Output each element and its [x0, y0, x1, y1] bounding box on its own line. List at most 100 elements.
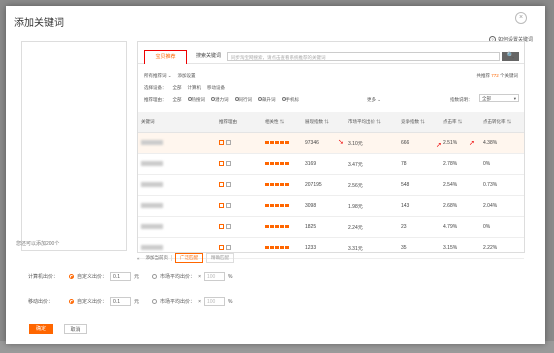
relevance-bar — [265, 204, 289, 208]
reason-hot[interactable]: 热搜词 — [187, 97, 205, 103]
add-settings-link[interactable]: 添加设置 — [178, 73, 196, 79]
cancel-button[interactable]: 取消 — [64, 324, 87, 334]
pc-pct-input[interactable]: 100 — [203, 272, 225, 281]
selected-keywords-panel — [21, 41, 127, 251]
reason-all[interactable]: 全部 — [173, 97, 182, 103]
device-mobile[interactable]: 移动设备 — [207, 85, 225, 91]
mobile-pct-input[interactable]: 100 — [203, 297, 225, 306]
all-keywords-dropdown[interactable]: 所有推荐词 ⌄ — [144, 73, 172, 79]
table-row[interactable]: 207195 2.56元 548 2.54% 0.73% — [138, 174, 524, 196]
col-competition[interactable]: 竞争指数 ⇅ — [398, 112, 440, 133]
reason-info-icon — [226, 244, 231, 250]
col-avg-bid[interactable]: 市场平均出价 ⇅ — [345, 112, 398, 133]
more-filters-link[interactable]: 更多 ⌄ — [367, 97, 381, 103]
competition-cell: 143 — [398, 195, 440, 217]
blurred-keyword — [141, 160, 163, 166]
cvr-cell: 2.04% — [480, 195, 524, 217]
avg-bid-cell: 3.10元 — [345, 132, 398, 154]
confirm-button[interactable]: 确定 — [29, 324, 53, 334]
filter-row-1: 所有推荐词 ⌄ 添加设置 — [144, 73, 196, 79]
pc-bid-row: 计算机出价： 自定义出价： 0.1 元 市场平均出价： × 100 % — [28, 272, 232, 281]
chevron-down-icon: ▾ — [513, 96, 516, 101]
reason-peer[interactable]: 同行词 — [234, 97, 252, 103]
col-impressions[interactable]: 展现指数 ⇅ — [302, 112, 345, 133]
device-all[interactable]: 全部 — [173, 85, 182, 91]
mobile-market-label: 市场平均出价： — [160, 299, 196, 305]
tab-recommend[interactable]: 宝贝推荐 — [144, 50, 187, 64]
reason-cell — [216, 216, 262, 238]
multiply-icon: × — [198, 298, 201, 305]
keyword-table: 关键词 推荐理由 相关性 ⇅ 展现指数 ⇅ 市场平均出价 ⇅ 竞争指数 ⇅ 点击… — [138, 112, 524, 259]
cvr-cell: 4.38% — [480, 132, 524, 154]
relevance-cell — [262, 216, 302, 238]
relevance-bar — [265, 141, 289, 145]
col-cvr[interactable]: 点击转化率 ⇅ — [480, 112, 524, 133]
pc-bid-input[interactable]: 0.1 — [110, 272, 132, 281]
multiply-icon: × — [198, 273, 201, 280]
table-row[interactable]: 1825 2.24元 23 4.79% 0% — [138, 216, 524, 238]
ctr-cell: 2.54% — [440, 174, 480, 196]
table-row[interactable]: 3169 3.47元 78 2.78% 0% — [138, 153, 524, 175]
reason-info-icon — [226, 181, 231, 187]
ctr-cell: 2.78% — [440, 153, 480, 175]
pc-market-radio[interactable] — [152, 274, 158, 279]
exact-match-button[interactable]: 精确匹配 — [206, 253, 235, 263]
tabs-bar: 宝贝推荐 搜索关键词 同步淘宝网搜索，请点击查看系统推荐的关键词 🔍 — [138, 50, 524, 64]
recommend-panel: 宝贝推荐 搜索关键词 同步淘宝网搜索，请点击查看系统推荐的关键词 🔍 所有推荐词… — [137, 41, 525, 259]
mobile-custom-label: 自定义出价： — [77, 299, 108, 305]
annotation-arrow-icon: ➚ — [436, 142, 442, 149]
filter-row-reason: 推荐理由： 全部 热搜词 潜力词 同行词 飙升词 手机标 — [144, 97, 299, 103]
col-relevance[interactable]: 相关性 ⇅ — [262, 112, 302, 133]
broad-match-button[interactable]: 广泛匹配 — [175, 253, 204, 263]
mobile-market-radio[interactable] — [152, 299, 158, 304]
blurred-keyword — [141, 223, 163, 229]
ctr-cell: 4.79% — [440, 216, 480, 238]
reason-rising[interactable]: 飙升词 — [258, 97, 276, 103]
reason-cell — [216, 153, 262, 175]
modal-title: 添加关键词 — [14, 18, 64, 29]
reason-hot-icon — [219, 223, 224, 229]
pc-bid-label: 计算机出价： — [28, 274, 59, 280]
tab-search-label[interactable]: 搜索关键词 — [196, 50, 221, 63]
competition-cell: 78 — [398, 153, 440, 175]
cvr-cell: 0.73% — [480, 174, 524, 196]
mobile-bid-input[interactable]: 0.1 — [110, 297, 132, 306]
competition-cell: 23 — [398, 216, 440, 238]
reason-hot-icon — [219, 202, 224, 208]
avg-bid-cell: 2.56元 — [345, 174, 398, 196]
keyword-search-input[interactable]: 同步淘宝网搜索，请点击查看系统推荐的关键词 — [227, 52, 500, 61]
impressions-cell: 1825 — [302, 216, 345, 238]
prev-icon[interactable]: « — [137, 256, 140, 261]
impressions-cell: 207195 — [302, 174, 345, 196]
table-row[interactable]: 97346 3.10元 666 2.51% 4.38% — [138, 132, 524, 154]
col-reason: 推荐理由 — [216, 112, 262, 133]
mobile-custom-radio[interactable] — [69, 299, 75, 304]
remaining-count: 您还可以添加200个 — [16, 241, 60, 247]
index-select[interactable]: 全部 ▾ — [479, 94, 519, 102]
competition-cell: 548 — [398, 174, 440, 196]
table-row[interactable]: 3098 1.98元 143 2.68% 2.04% — [138, 195, 524, 217]
reason-mobile[interactable]: 手机标 — [281, 97, 299, 103]
reason-info-icon — [226, 223, 231, 229]
reason-cell — [216, 195, 262, 217]
avg-bid-cell: 1.98元 — [345, 195, 398, 217]
col-ctr[interactable]: 点击率 ⇅ — [440, 112, 480, 133]
impressions-cell: 3169 — [302, 153, 345, 175]
reason-potential[interactable]: 潜力词 — [211, 97, 229, 103]
relevance-cell — [262, 195, 302, 217]
reason-info-icon — [226, 139, 231, 145]
filter-row-device: 选择设备： 全部 计算机 移动设备 — [144, 85, 225, 91]
close-icon[interactable]: × — [515, 12, 527, 24]
table-header: 关键词 推荐理由 相关性 ⇅ 展现指数 ⇅ 市场平均出价 ⇅ 竞争指数 ⇅ 点击… — [138, 112, 524, 133]
relevance-bar — [265, 225, 289, 229]
index-label: 指数说明： — [450, 97, 473, 102]
competition-cell: 666 — [398, 132, 440, 154]
mobile-bid-label: 移动出价： — [28, 299, 54, 305]
search-icon[interactable]: 🔍 — [502, 52, 519, 61]
add-current-page-button[interactable]: 添加当前页 — [143, 255, 173, 261]
pc-custom-radio[interactable] — [69, 274, 75, 279]
annotation-arrow-icon: ➚ — [469, 140, 475, 147]
reason-cell — [216, 174, 262, 196]
mobile-pct-unit: % — [227, 298, 233, 305]
device-pc[interactable]: 计算机 — [188, 85, 202, 91]
